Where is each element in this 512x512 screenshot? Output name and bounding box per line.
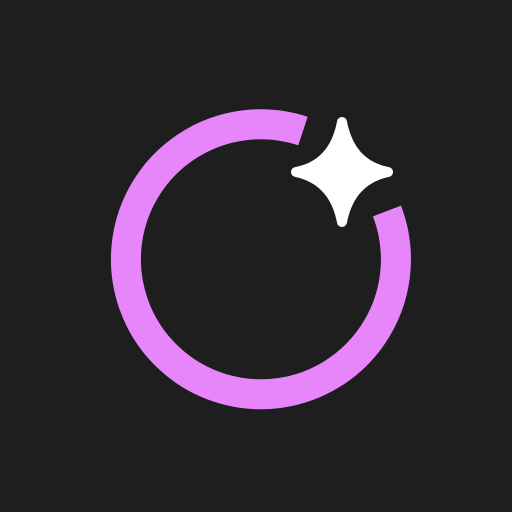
- app-icon-graphic: [0, 0, 512, 512]
- icon-background: [0, 0, 512, 512]
- app-icon: [0, 0, 512, 512]
